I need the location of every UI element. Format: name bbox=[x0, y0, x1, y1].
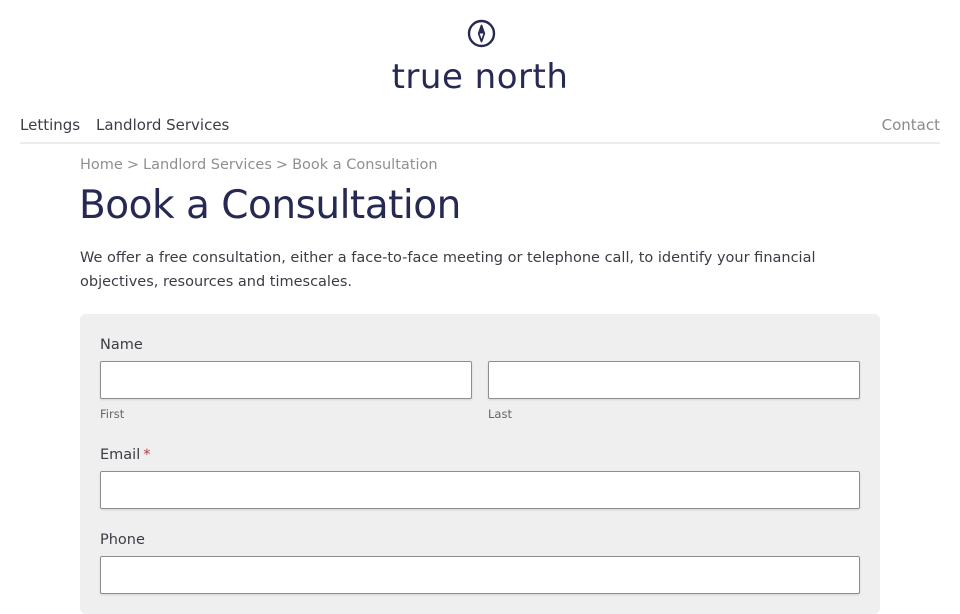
last-name-sublabel: Last bbox=[488, 407, 512, 421]
breadcrumb-landlord-services[interactable]: Landlord Services bbox=[143, 157, 272, 173]
breadcrumb-separator: > bbox=[126, 157, 139, 173]
breadcrumb: Home > Landlord Services > Book a Consultati… bbox=[80, 157, 438, 173]
site-logo-text[interactable]: true north bbox=[0, 57, 960, 97]
required-mark: * bbox=[143, 447, 151, 463]
breadcrumb-separator: > bbox=[275, 157, 289, 173]
breadcrumb-current: Book a Consultation bbox=[292, 157, 438, 173]
email-label: Email * bbox=[100, 447, 150, 463]
first-name-input[interactable] bbox=[100, 361, 472, 399]
nav-item-lettings[interactable]: Lettings bbox=[20, 116, 80, 134]
intro-text: We offer a free consultation, either a f… bbox=[80, 250, 816, 290]
phone-label: Phone bbox=[100, 532, 145, 548]
consultation-form: Name First Last Email * Phone bbox=[80, 314, 880, 614]
last-name-input[interactable] bbox=[488, 361, 860, 399]
compass-icon[interactable] bbox=[467, 19, 496, 48]
breadcrumb-home[interactable]: Home bbox=[80, 157, 123, 173]
nav-item-contact[interactable]: Contact bbox=[882, 116, 940, 134]
page-title: Book a Consultation bbox=[79, 183, 461, 228]
email-label-text: Email bbox=[100, 447, 141, 463]
phone-input[interactable] bbox=[100, 556, 860, 594]
name-label: Name bbox=[100, 337, 143, 353]
first-name-sublabel: First bbox=[100, 407, 125, 421]
nav-item-landlord-services[interactable]: Landlord Services bbox=[96, 116, 229, 134]
main-nav: Lettings Landlord Services Contact bbox=[20, 112, 940, 144]
site-header: true north bbox=[0, 0, 960, 112]
email-input[interactable] bbox=[100, 471, 860, 509]
